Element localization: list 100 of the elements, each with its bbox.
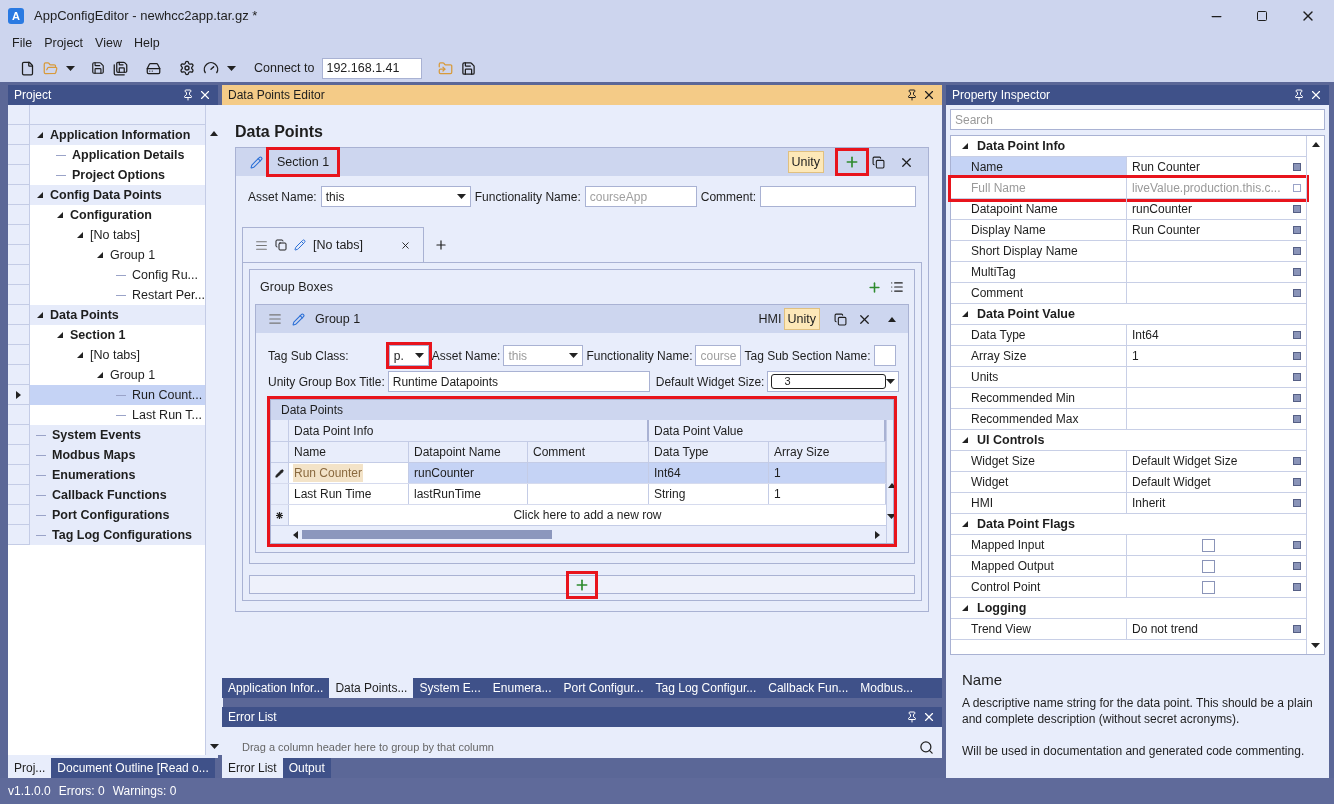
document-tab[interactable]: Port Configur... (557, 678, 650, 698)
save-icon[interactable] (91, 61, 105, 75)
row-header-cell[interactable] (8, 225, 30, 245)
document-tab[interactable]: Callback Fun... (762, 678, 855, 698)
column-header[interactable]: Data Type (649, 442, 769, 462)
pin-icon[interactable] (182, 89, 194, 101)
row-header-cell[interactable] (8, 445, 30, 465)
property-row[interactable]: Comment (951, 283, 1306, 304)
property-name[interactable]: HMI (951, 493, 1127, 513)
property-name[interactable]: Control Point (951, 577, 1127, 597)
row-header-cell[interactable] (8, 265, 30, 285)
section-tab[interactable]: [No tabs] (242, 227, 425, 262)
property-marker-icon[interactable] (1293, 289, 1301, 297)
section-title[interactable]: Section 1 (269, 149, 338, 175)
edit-icon[interactable] (292, 312, 305, 326)
copy-icon[interactable] (275, 239, 287, 251)
tree-item[interactable]: Port Configurations (30, 505, 205, 525)
scroll-up-icon[interactable] (210, 131, 219, 136)
new-file-icon[interactable] (20, 60, 35, 76)
tree-item[interactable]: Enumerations (30, 465, 205, 485)
group-title[interactable]: Group 1 (315, 309, 361, 329)
close-icon[interactable] (922, 710, 936, 724)
property-name[interactable]: Widget Size (951, 451, 1127, 471)
property-name[interactable]: Display Name (951, 220, 1127, 240)
menu-item[interactable]: Project (44, 33, 84, 53)
column-header[interactable]: Array Size (769, 442, 886, 462)
table-row[interactable]: Last Run Time lastRunTime String 1 (271, 484, 886, 505)
property-row[interactable]: Units (951, 367, 1306, 388)
property-value[interactable]: runCounter (1132, 200, 1193, 218)
row-header-cell[interactable] (8, 165, 30, 185)
property-row[interactable]: Name Run Counter (951, 157, 1306, 178)
document-tab[interactable]: Tag Log Configur... (649, 678, 763, 698)
column-header[interactable]: Comment (528, 442, 649, 462)
property-row[interactable]: Mapped Output (951, 556, 1306, 577)
document-tab[interactable]: System E... (413, 678, 487, 698)
property-marker-icon[interactable] (1293, 352, 1301, 360)
property-name[interactable]: Name (951, 157, 1127, 177)
maximize-icon[interactable] (1256, 10, 1268, 22)
property-name[interactable]: Mapped Output (951, 556, 1127, 576)
vertical-scrollbar[interactable] (886, 420, 896, 543)
expanded-triangle-icon[interactable] (961, 520, 969, 528)
property-row[interactable]: Widget Default Widget (951, 472, 1306, 493)
property-marker-icon[interactable] (1293, 625, 1301, 633)
expanded-triangle-icon[interactable] (36, 191, 44, 199)
tree-item[interactable]: Config Data Points (30, 185, 205, 205)
scrollbar[interactable] (204, 105, 223, 755)
property-marker-icon[interactable] (1293, 163, 1301, 171)
table-row[interactable]: Run Counter runCounter Int64 1 (271, 463, 886, 484)
row-header-cell[interactable] (8, 525, 30, 545)
property-row[interactable]: MultiTag (951, 262, 1306, 283)
property-name[interactable]: Comment (951, 283, 1127, 303)
row-header-cell[interactable] (8, 125, 30, 145)
property-marker-icon[interactable] (1293, 478, 1301, 486)
tree-item[interactable]: Run Count... (30, 385, 205, 405)
expanded-triangle-icon[interactable] (56, 331, 64, 339)
pin-icon[interactable] (906, 89, 918, 101)
property-row[interactable]: Datapoint Name runCounter (951, 199, 1306, 220)
tag-sub-section-field[interactable] (873, 345, 896, 366)
expanded-triangle-icon[interactable] (56, 211, 64, 219)
property-row[interactable]: Widget Size Default Widget Size (951, 451, 1306, 472)
menu-item[interactable]: Help (133, 33, 160, 53)
expanded-triangle-icon[interactable] (36, 131, 44, 139)
expanded-triangle-icon[interactable] (96, 251, 104, 259)
property-name[interactable]: Trend View (951, 619, 1127, 639)
property-marker-icon[interactable] (1293, 457, 1301, 465)
row-header-cell[interactable] (8, 505, 30, 525)
expanded-triangle-icon[interactable] (961, 436, 969, 444)
panel-tab[interactable]: Output (282, 758, 331, 778)
property-name[interactable]: Datapoint Name (951, 199, 1127, 219)
property-name[interactable]: Array Size (951, 346, 1127, 366)
property-value[interactable]: Run Counter (1132, 221, 1201, 239)
scroll-up-icon[interactable] (1311, 142, 1320, 147)
row-header-cell[interactable] (8, 365, 30, 385)
add-button[interactable] (838, 151, 866, 173)
row-header-cell[interactable] (271, 463, 289, 483)
expanded-triangle-icon[interactable] (961, 604, 969, 612)
property-row[interactable]: Short Display Name (951, 241, 1306, 262)
row-header-cell[interactable] (8, 465, 30, 485)
property-marker-icon[interactable] (1293, 541, 1301, 549)
expanded-triangle-icon[interactable] (76, 231, 84, 239)
checkbox[interactable] (1202, 559, 1215, 573)
expanded-triangle-icon[interactable] (76, 351, 84, 359)
property-name[interactable]: MultiTag (951, 262, 1127, 282)
checkbox[interactable] (1202, 538, 1215, 552)
add-tab-icon[interactable] (434, 238, 449, 252)
property-row[interactable]: Mapped Input (951, 535, 1306, 556)
close-icon[interactable] (400, 239, 412, 251)
expanded-triangle-icon[interactable] (961, 142, 969, 150)
drag-handle-icon[interactable] (268, 312, 282, 326)
row-header-cell[interactable] (8, 285, 30, 305)
edit-icon[interactable] (250, 155, 263, 169)
row-header-cell[interactable] (8, 245, 30, 265)
document-tab[interactable]: Modbus... (854, 678, 920, 698)
expanded-triangle-icon[interactable] (961, 310, 969, 318)
tree-item[interactable]: System Events (30, 425, 205, 445)
property-marker-icon[interactable] (1293, 562, 1301, 570)
close-icon[interactable] (922, 88, 936, 102)
property-marker-icon[interactable] (1293, 373, 1301, 381)
collapse-icon[interactable] (888, 316, 896, 322)
scroll-up-icon[interactable] (887, 483, 896, 488)
